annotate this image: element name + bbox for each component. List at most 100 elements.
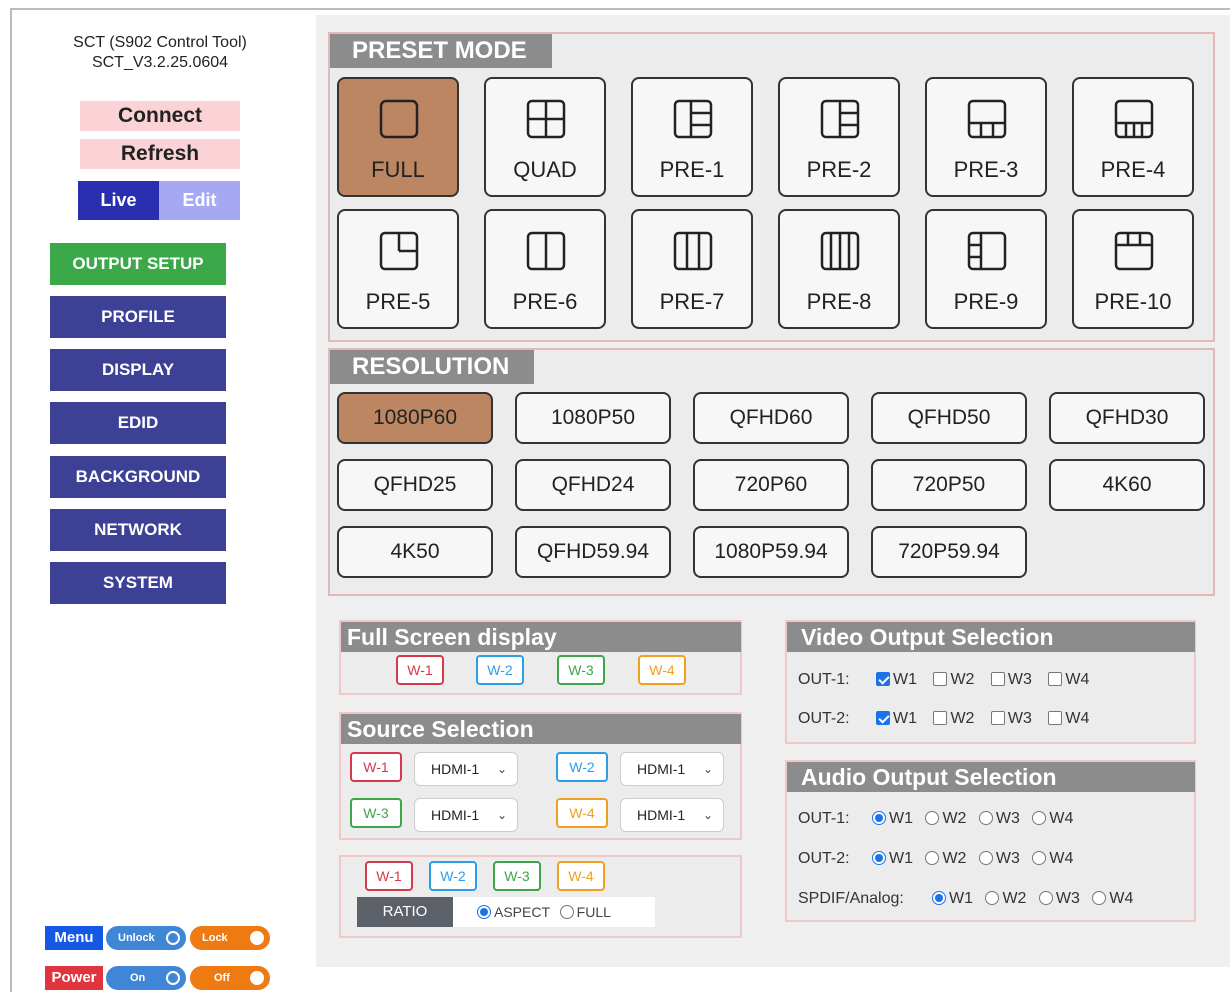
preset-pre-4-button[interactable]: PRE-4: [1072, 77, 1194, 197]
preset-label: PRE-5: [365, 289, 431, 314]
audio-out1-w3-radio[interactable]: [978, 811, 993, 825]
refresh-button[interactable]: Refresh: [80, 139, 240, 169]
preset-mode-title: PRESET MODE: [330, 34, 552, 68]
fullscreen-w1-button[interactable]: W-1: [396, 655, 444, 685]
audio-spdif-w1-radio[interactable]: [932, 891, 946, 905]
preset-label: PRE-10: [1094, 289, 1172, 314]
nav-profile[interactable]: PROFILE: [50, 296, 226, 338]
source-w1-select[interactable]: HDMI-1 ⌄: [414, 752, 518, 786]
preset-pre-7-button[interactable]: PRE-7: [631, 209, 753, 329]
preset-pre-9-button[interactable]: PRE-9: [925, 209, 1047, 329]
resolution-qfhd24-button[interactable]: QFHD24: [515, 459, 671, 511]
preset-quad-button[interactable]: QUAD: [484, 77, 606, 197]
source-w3-select[interactable]: HDMI-1 ⌄: [414, 798, 518, 832]
ratio-w2-button[interactable]: W-2: [429, 861, 477, 891]
resolution-720p60-button[interactable]: 720P60: [693, 459, 849, 511]
preset-label: PRE-7: [659, 289, 725, 314]
pre4-layout-icon: [1114, 99, 1154, 139]
resolution-qfhd50-button[interactable]: QFHD50: [871, 392, 1027, 444]
resolution-1080p50-button[interactable]: 1080P50: [515, 392, 671, 444]
ratio-w3-button[interactable]: W-3: [493, 861, 541, 891]
resolution-720p50-button[interactable]: 720P50: [871, 459, 1027, 511]
video-out2-w1-label: W1: [893, 710, 917, 727]
app-title-name: SCT (S902 Control Tool): [73, 34, 247, 51]
preset-pre-5-button[interactable]: PRE-5: [337, 209, 459, 329]
toggle-knob-icon: [250, 971, 264, 985]
connect-button[interactable]: Connect: [80, 101, 240, 131]
audio-spdif-w2-radio[interactable]: [985, 891, 1000, 905]
video-out1-w2-checkbox[interactable]: [933, 672, 948, 686]
video-out2-w3-checkbox[interactable]: [990, 711, 1005, 725]
video-out2-w3-label: W3: [1007, 710, 1032, 727]
video-output-title: Video Output Selection: [787, 622, 1195, 652]
audio-spdif-w4-radio[interactable]: [1092, 891, 1107, 905]
edit-mode-button[interactable]: Edit: [159, 181, 240, 220]
audio-out2-w3-radio[interactable]: [978, 851, 993, 865]
source-w1-value: HDMI-1: [431, 761, 480, 777]
video-out1-w4-checkbox[interactable]: [1048, 672, 1063, 686]
power-off-toggle[interactable]: Off: [190, 966, 270, 990]
resolution-qfhd30-button[interactable]: QFHD30: [1049, 392, 1205, 444]
preset-pre-10-button[interactable]: PRE-10: [1072, 209, 1194, 329]
preset-pre-3-button[interactable]: PRE-3: [925, 77, 1047, 197]
power-on-toggle[interactable]: On: [106, 966, 186, 990]
audio-out1-label: OUT-1:: [798, 810, 850, 827]
audio-out1-w2-radio[interactable]: [925, 811, 940, 825]
nav-output-setup[interactable]: OUTPUT SETUP: [50, 243, 226, 285]
video-out2-w2-checkbox[interactable]: [933, 711, 948, 725]
source-w4-select[interactable]: HDMI-1 ⌄: [620, 798, 724, 832]
preset-pre-6-button[interactable]: PRE-6: [484, 209, 606, 329]
resolution-1080p59-94-button[interactable]: 1080P59.94: [693, 526, 849, 578]
audio-out2-w2-radio[interactable]: [925, 851, 940, 865]
audio-out2-w1-radio[interactable]: [872, 851, 886, 865]
video-out2-w4-checkbox[interactable]: [1048, 711, 1063, 725]
lock-toggle[interactable]: Lock: [190, 926, 270, 950]
resolution-1080p60-button[interactable]: 1080P60: [337, 392, 493, 444]
resolution-qfhd59-94-button[interactable]: QFHD59.94: [515, 526, 671, 578]
pre7-layout-icon: [673, 231, 713, 271]
ratio-full-label: FULL: [576, 904, 611, 920]
ratio-aspect-label: ASPECT: [494, 904, 550, 920]
audio-spdif-w3-radio[interactable]: [1038, 891, 1053, 905]
nav-system[interactable]: SYSTEM: [50, 562, 226, 604]
preset-pre-1-button[interactable]: PRE-1: [631, 77, 753, 197]
video-out1-w3-checkbox[interactable]: [990, 672, 1005, 686]
audio-spdif-label: SPDIF/Analog:: [798, 890, 904, 907]
preset-pre-2-button[interactable]: PRE-2: [778, 77, 900, 197]
video-out1-w1-checkbox[interactable]: [876, 672, 890, 686]
ratio-full-radio[interactable]: [559, 905, 574, 919]
pre2-layout-icon: [820, 99, 860, 139]
fullscreen-w4-button[interactable]: W-4: [638, 655, 686, 685]
fullscreen-w2-button[interactable]: W-2: [476, 655, 524, 685]
off-label: Off: [214, 972, 230, 984]
preset-label: PRE-8: [806, 289, 872, 314]
nav-display[interactable]: DISPLAY: [50, 349, 226, 391]
audio-out2-label: OUT-2:: [798, 850, 850, 867]
source-w2-select[interactable]: HDMI-1 ⌄: [620, 752, 724, 786]
ratio-w1-button[interactable]: W-1: [365, 861, 413, 891]
video-out1-w2-label: W2: [950, 671, 975, 688]
live-mode-button[interactable]: Live: [78, 181, 159, 220]
nav-background[interactable]: BACKGROUND: [50, 456, 226, 498]
video-out1-w3-label: W3: [1007, 671, 1032, 688]
preset-pre-8-button[interactable]: PRE-8: [778, 209, 900, 329]
resolution-qfhd60-button[interactable]: QFHD60: [693, 392, 849, 444]
audio-out1-w4-radio[interactable]: [1032, 811, 1047, 825]
resolution-4k50-button[interactable]: 4K50: [337, 526, 493, 578]
resolution-qfhd25-button[interactable]: QFHD25: [337, 459, 493, 511]
source-w3-value: HDMI-1: [431, 807, 480, 823]
audio-out2-w4-radio[interactable]: [1032, 851, 1047, 865]
resolution-4k60-button[interactable]: 4K60: [1049, 459, 1205, 511]
ratio-options: ASPECT FULL: [453, 897, 655, 927]
video-out2-w1-checkbox[interactable]: [876, 711, 890, 725]
preset-full-button[interactable]: FULL: [337, 77, 459, 197]
fullscreen-w3-button[interactable]: W-3: [557, 655, 605, 685]
nav-network[interactable]: NETWORK: [50, 509, 226, 551]
ratio-aspect-radio[interactable]: [477, 905, 491, 919]
resolution-720p59-94-button[interactable]: 720P59.94: [871, 526, 1027, 578]
unlock-toggle[interactable]: Unlock: [106, 926, 186, 950]
audio-out1-w1-radio[interactable]: [872, 811, 886, 825]
unlock-label: Unlock: [118, 932, 155, 944]
nav-edid[interactable]: EDID: [50, 402, 226, 444]
ratio-w4-button[interactable]: W-4: [557, 861, 605, 891]
